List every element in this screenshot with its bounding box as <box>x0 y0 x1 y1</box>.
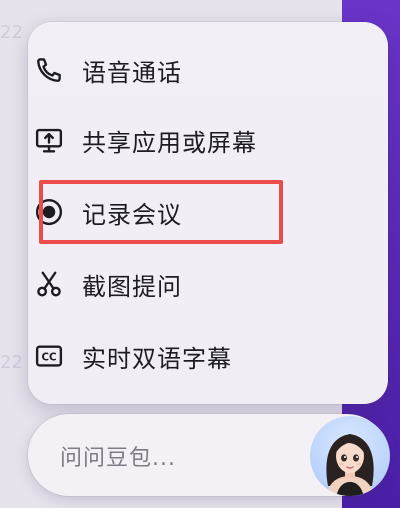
input-placeholder: 问问豆包... <box>60 446 176 471</box>
screen-share-icon <box>34 125 64 155</box>
menu-item-label: 共享应用或屏幕 <box>82 128 257 157</box>
cc-icon: CC <box>34 341 64 371</box>
scissors-icon <box>34 269 64 299</box>
menu-item-voice-call[interactable]: 语音通话 <box>34 46 182 94</box>
svg-text:CC: CC <box>41 352 56 364</box>
phone-icon <box>34 55 64 85</box>
menu-item-bilingual-captions[interactable]: CC 实时双语字幕 <box>34 332 232 380</box>
background-text: 22 <box>0 352 23 373</box>
highlight-frame <box>39 180 283 244</box>
menu-item-share-screen[interactable]: 共享应用或屏幕 <box>34 116 257 164</box>
assistant-avatar[interactable] <box>310 416 390 496</box>
menu-item-label: 实时双语字幕 <box>82 344 232 373</box>
menu-item-label: 截图提问 <box>82 272 182 301</box>
menu-item-label: 语音通话 <box>82 58 182 87</box>
background-text: 22 <box>0 22 23 43</box>
menu-item-screenshot-ask[interactable]: 截图提问 <box>34 260 182 308</box>
